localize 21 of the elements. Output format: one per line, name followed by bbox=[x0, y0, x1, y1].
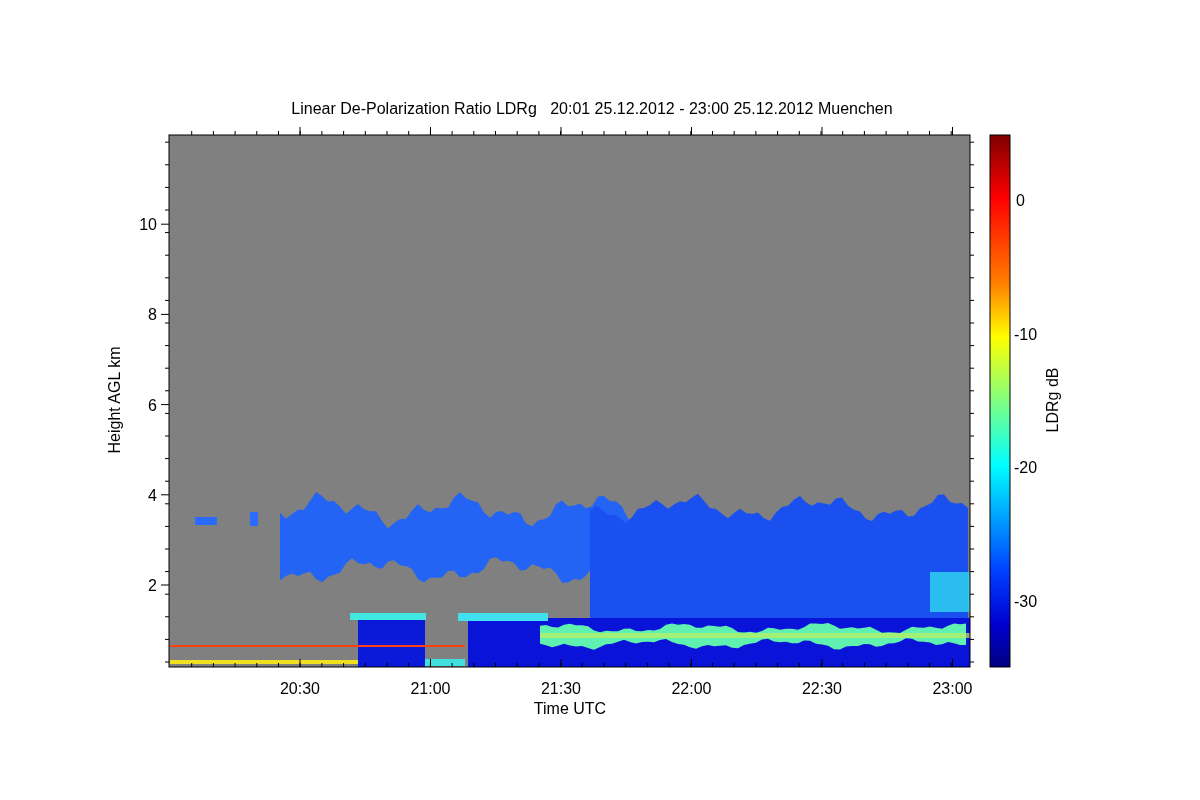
x-tick-label: 21:00 bbox=[410, 680, 451, 697]
x-tick-label: 23:00 bbox=[932, 680, 973, 697]
y-tick-label: 4 bbox=[148, 486, 157, 504]
y-axis-label: Height AGL km bbox=[106, 346, 123, 454]
x-tick-label: 21:30 bbox=[541, 680, 581, 697]
x-axis-label: Time UTC bbox=[533, 700, 607, 717]
y-tick-label: 8 bbox=[148, 306, 157, 324]
colorbar-tick-label: -30 bbox=[1014, 592, 1038, 610]
cloud-patches bbox=[195, 512, 258, 526]
y-tick-label: 6 bbox=[148, 396, 157, 414]
chart-title: Linear De-Polarization Ratio LDRg 20:01 25.12.2012 - 23:00 25.12.2012 Muenchen bbox=[291, 100, 893, 117]
colorbar-tick-label: -20 bbox=[1014, 459, 1038, 476]
cloud-patch bbox=[930, 572, 970, 612]
colorbar-tick-label: -10 bbox=[1014, 325, 1038, 343]
y-tick-label: 2 bbox=[148, 577, 157, 594]
x-tick-label: 22:00 bbox=[671, 680, 712, 697]
colorbar-label: LDRg dB bbox=[1044, 367, 1061, 433]
x-tick-label: 22:30 bbox=[802, 680, 842, 697]
colorbar-tick-label: 0 bbox=[1016, 192, 1025, 209]
x-tick-label: 20:30 bbox=[280, 680, 320, 697]
y-tick-label: 10 bbox=[139, 216, 157, 234]
